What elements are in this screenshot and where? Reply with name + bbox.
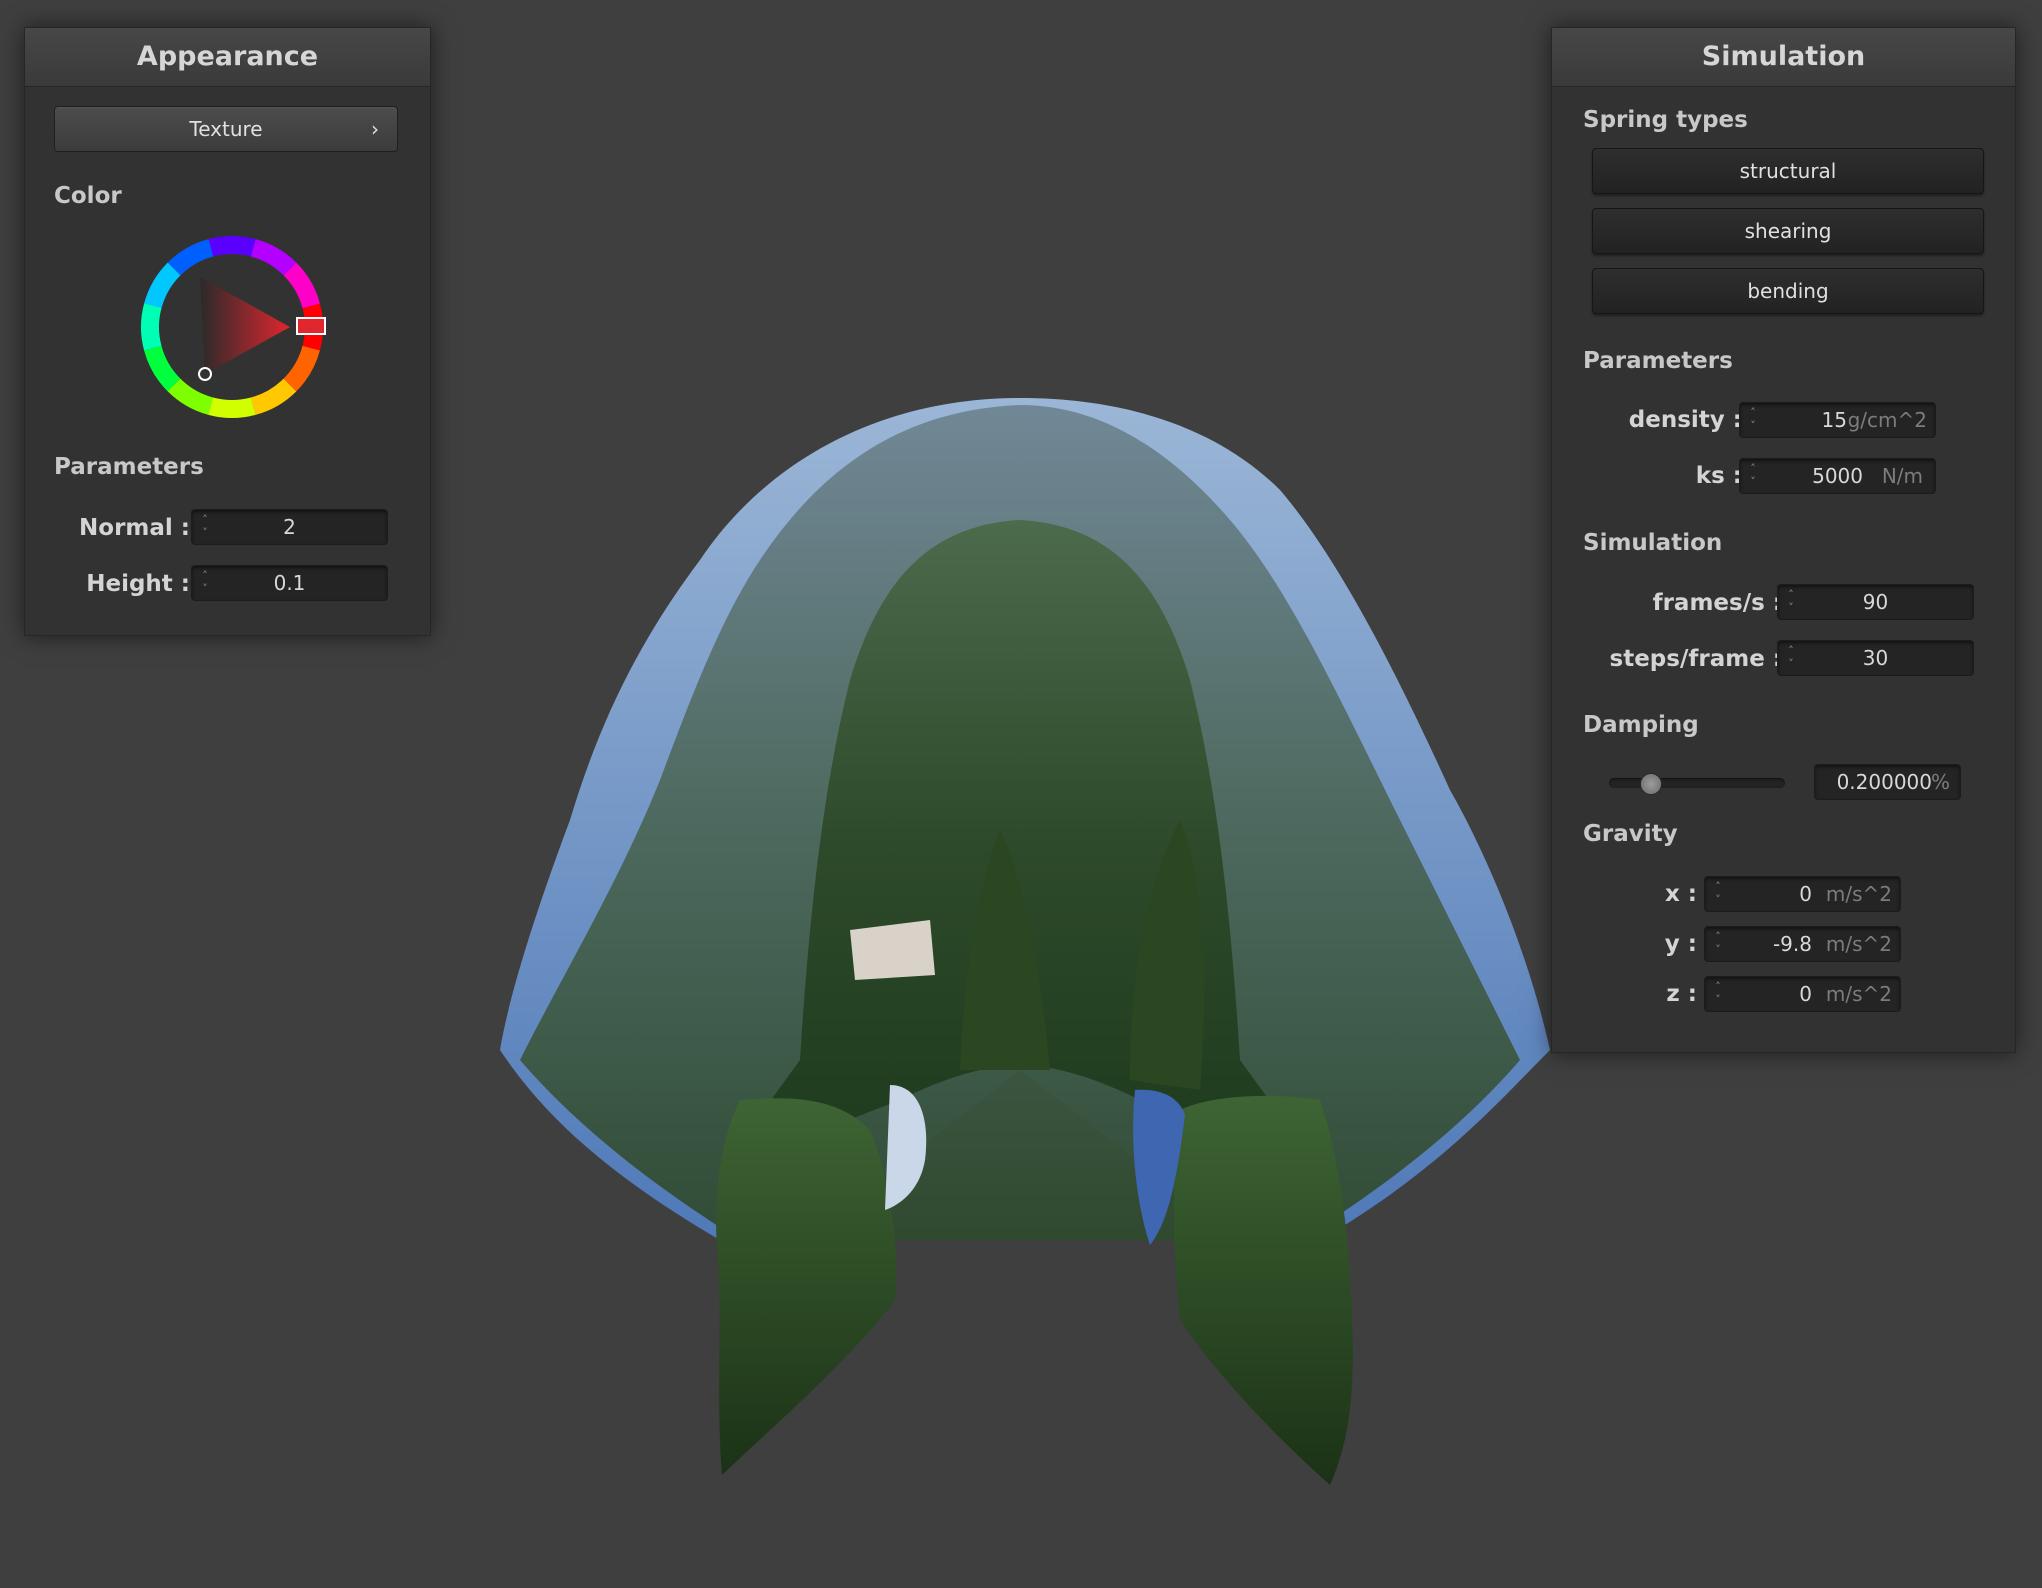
gravity-y-input[interactable]: ˄ ˅ -9.8 m/s^2 [1704,926,1901,962]
color-wheel-icon[interactable] [132,227,332,427]
simulation-title: Simulation [1552,28,2015,87]
spinner-arrows-icon[interactable]: ˄ ˅ [1711,980,1725,1008]
damping-label: Damping [1583,712,1699,738]
gravity-x-input[interactable]: ˄ ˅ 0 m/s^2 [1704,876,1901,912]
simulation-panel: Simulation Spring types structural shear… [1551,27,2016,1053]
ks-label: ks : [1695,463,1742,489]
damping-value: 0.200000 [1836,770,1932,794]
steps-value: 30 [1862,646,1889,670]
density-input[interactable]: ˄ ˅ 15 g/cm^2 [1739,402,1936,438]
steps-label: steps/frame : [1609,646,1782,672]
gravity-x-unit: m/s^2 [1825,882,1892,906]
gravity-z-label: z : [1666,981,1697,1007]
color-triangle[interactable] [200,277,290,374]
spinner-arrows-icon[interactable]: ˄ ˅ [1711,880,1725,908]
appearance-title: Appearance [25,28,430,87]
density-value: 15 [1821,408,1847,432]
appearance-parameters-label: Parameters [54,454,204,480]
texture-button[interactable]: Texture › [54,106,398,152]
structural-button[interactable]: structural [1592,148,1984,194]
spinner-arrows-icon[interactable]: ˄ ˅ [1711,930,1725,958]
chevron-right-icon: › [371,117,379,141]
gravity-z-unit: m/s^2 [1825,982,1892,1006]
damping-slider-track[interactable] [1609,778,1785,788]
bending-button[interactable]: bending [1592,268,1984,314]
ks-input[interactable]: ˄ ˅ 5000 N/m [1739,458,1936,494]
cloth-right-leg [1174,1095,1353,1485]
gravity-y-label: y : [1664,931,1697,957]
damping-slider-handle[interactable] [1640,773,1663,795]
damping-slider[interactable] [1609,764,1785,802]
height-label: Height : [86,571,190,597]
gravity-y-value: -9.8 [1772,932,1812,956]
simulation-parameters-label: Parameters [1583,348,1733,374]
gravity-x-label: x : [1664,881,1697,907]
normal-label: Normal : [79,515,190,541]
color-section-label: Color [54,183,122,209]
height-input[interactable]: ˄ ˅ 0.1 [191,565,388,601]
frames-value: 90 [1862,590,1889,614]
buildings [850,920,935,980]
gravity-z-value: 0 [1799,982,1812,1006]
spinner-arrows-icon[interactable]: ˄ ˅ [1746,406,1760,434]
gravity-label: Gravity [1583,821,1678,847]
spring-types-label: Spring types [1583,107,1748,133]
hue-ring-handle[interactable] [296,317,326,335]
spinner-arrows-icon[interactable]: ˄ ˅ [1746,462,1760,490]
texture-button-label: Texture [189,117,263,141]
steps-input[interactable]: ˄ ˅ 30 [1777,640,1974,676]
frames-label: frames/s : [1652,590,1782,616]
gravity-y-unit: m/s^2 [1825,932,1892,956]
ks-value: 5000 [1812,464,1863,488]
gravity-x-value: 0 [1799,882,1812,906]
density-label: density : [1628,407,1742,433]
cloth-left-leg [716,1098,897,1475]
damping-unit: % [1930,770,1950,794]
shearing-button[interactable]: shearing [1592,208,1984,254]
appearance-panel: Appearance Texture › Color Parameters No… [24,27,431,636]
frames-input[interactable]: ˄ ˅ 90 [1777,584,1974,620]
ks-unit: N/m [1881,464,1923,488]
normal-input[interactable]: ˄ ˅ 2 [191,509,388,545]
height-value: 0.1 [273,571,306,595]
damping-input[interactable]: 0.200000 % [1814,764,1961,800]
simulation-section-label: Simulation [1583,530,1723,556]
density-unit: g/cm^2 [1847,408,1927,432]
normal-value: 2 [283,515,296,539]
gravity-z-input[interactable]: ˄ ˅ 0 m/s^2 [1704,976,1901,1012]
